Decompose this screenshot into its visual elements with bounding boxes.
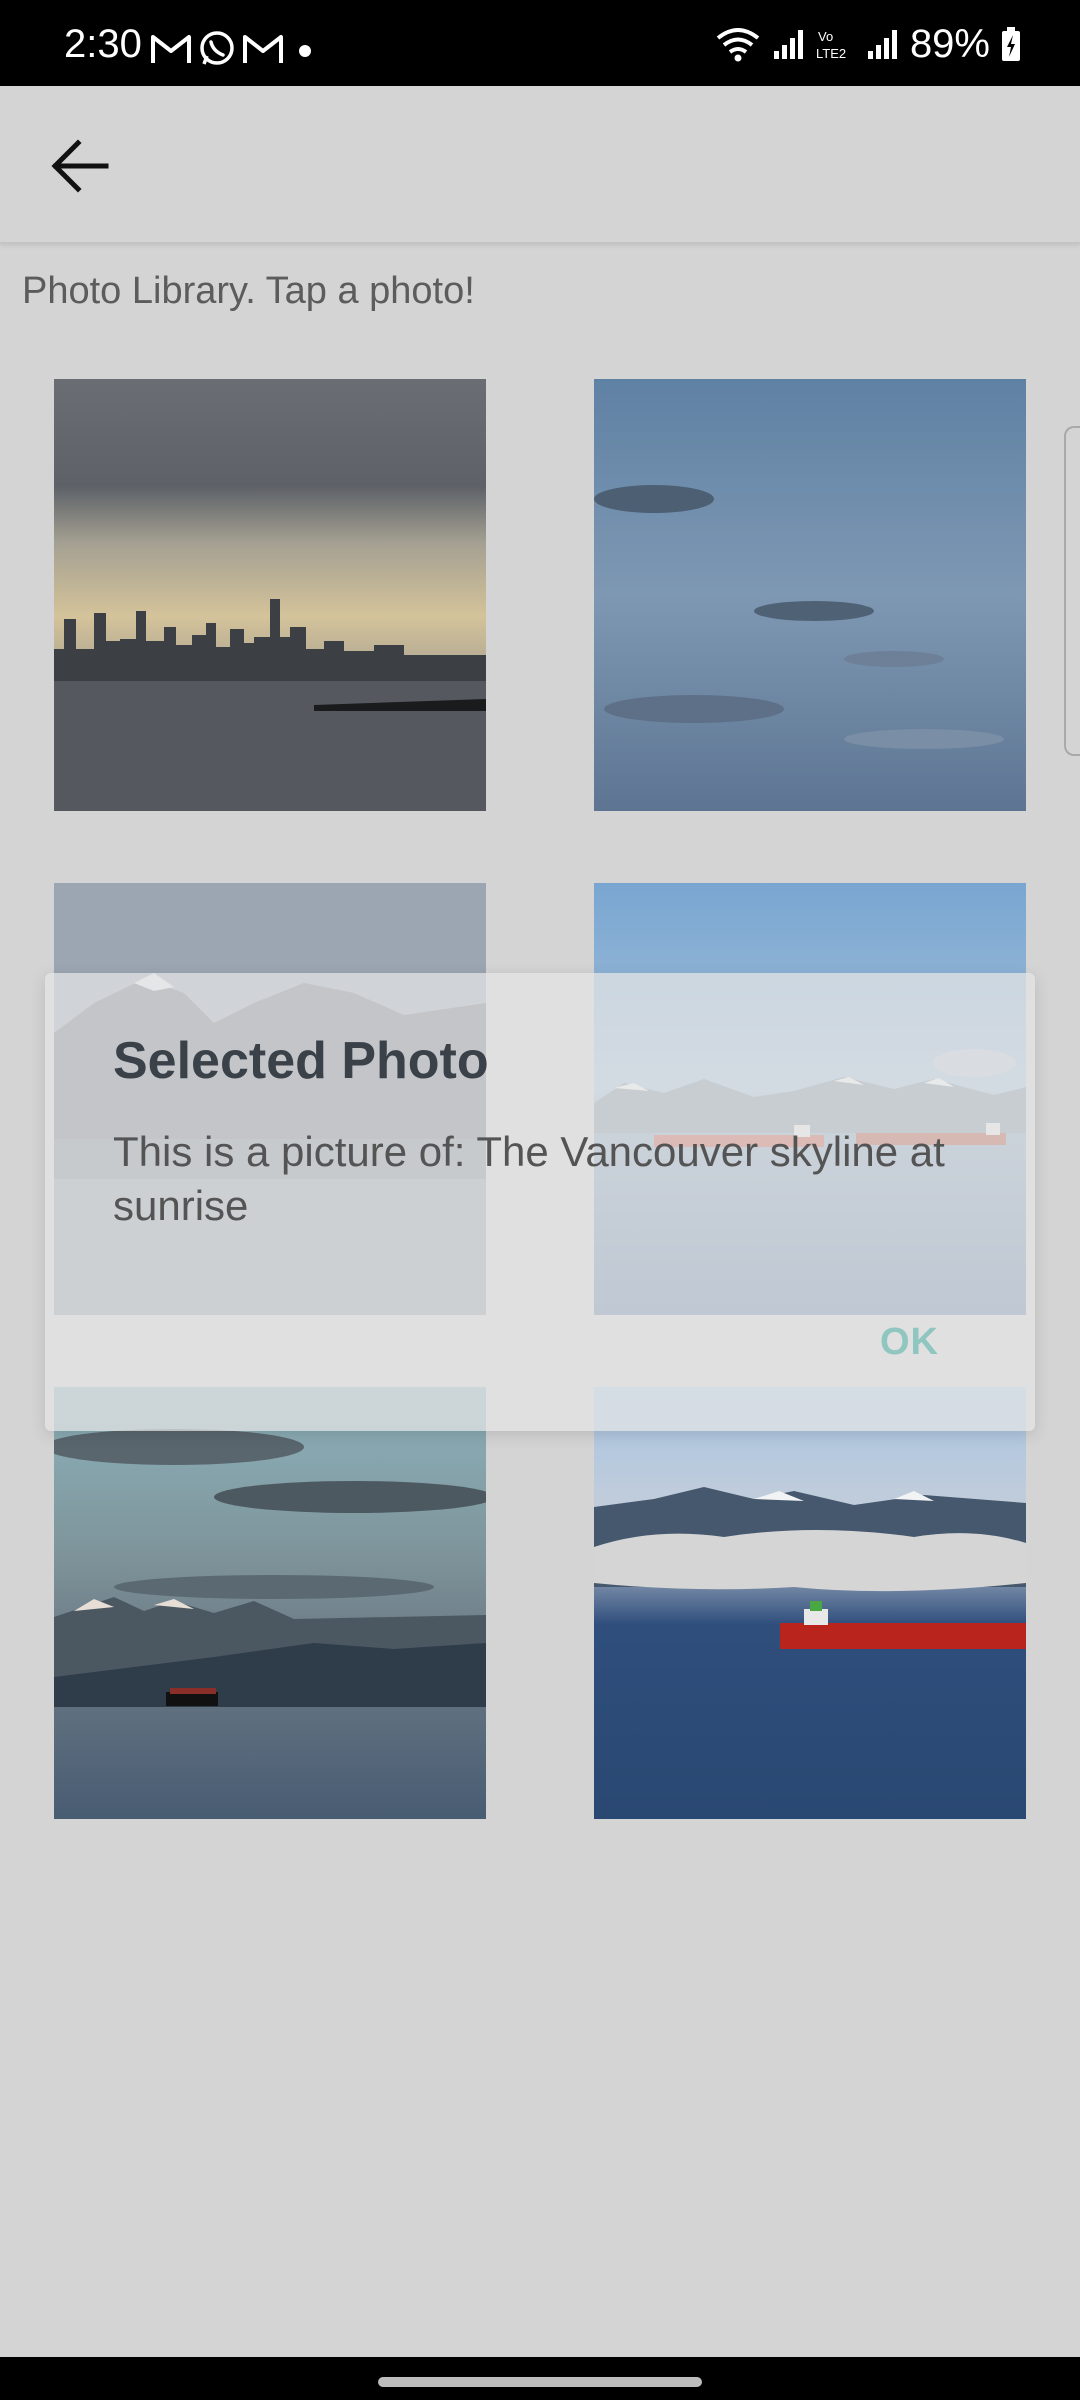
ok-button[interactable]: OK <box>880 1321 939 1364</box>
signal-icon <box>867 30 897 59</box>
notification-icons <box>150 30 320 68</box>
navigation-bar <box>0 2357 1080 2400</box>
signal-icon <box>773 30 803 59</box>
wifi-icon <box>716 28 760 62</box>
svg-text:LTE2: LTE2 <box>816 46 846 61</box>
photo-sky-clouds[interactable] <box>594 379 1026 811</box>
status-time: 2:30 <box>64 22 142 66</box>
system-icons: Vo LTE2 89% <box>714 22 1022 66</box>
battery-icon <box>1002 27 1020 61</box>
photo-evening-ship[interactable] <box>54 1387 486 1819</box>
back-button[interactable] <box>40 126 120 206</box>
gmail-icon <box>151 35 191 63</box>
volte-icon: Vo LTE2 <box>816 29 846 61</box>
dot-icon <box>299 45 311 57</box>
arrow-left-icon <box>51 139 109 193</box>
status-bar: 2:30 Vo LTE2 89% <box>0 0 1080 86</box>
gmail-icon <box>243 35 283 63</box>
whatsapp-icon <box>200 31 234 65</box>
photo-red-ship-fog[interactable] <box>594 1387 1026 1819</box>
library-header: Photo Library. Tap a photo! <box>22 270 475 312</box>
edge-panel-handle[interactable] <box>1064 426 1080 756</box>
svg-text:Vo: Vo <box>818 29 833 44</box>
battery-percentage: 89% <box>909 22 990 66</box>
selected-photo-dialog: Selected Photo This is a picture of: The… <box>45 973 1035 1431</box>
photo-skyline-sunrise[interactable] <box>54 379 486 811</box>
home-gesture-handle[interactable] <box>378 2377 702 2387</box>
dialog-title: Selected Photo <box>113 1032 489 1090</box>
dialog-message: This is a picture of: The Vancouver skyl… <box>113 1128 945 1229</box>
app-bar <box>0 86 1080 244</box>
